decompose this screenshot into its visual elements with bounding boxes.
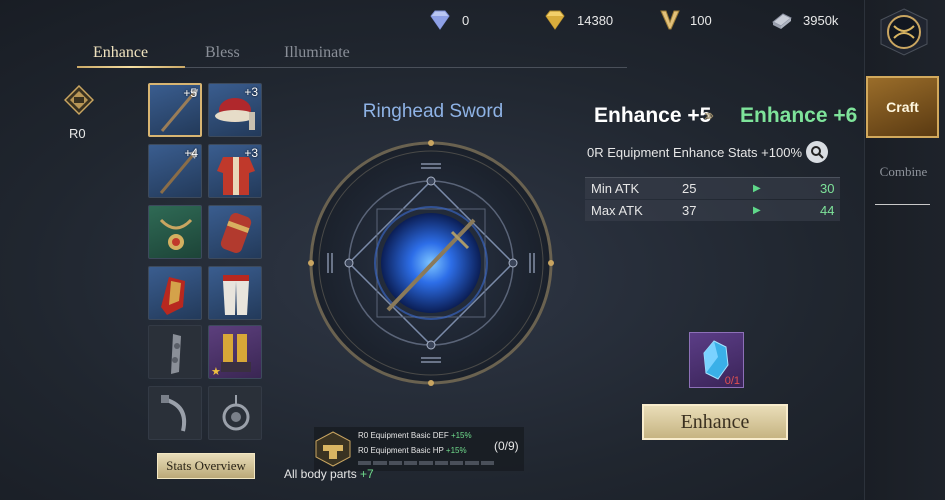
tab-enhance[interactable]: Enhance (93, 44, 148, 62)
valor-icon (660, 10, 680, 30)
rank-emblem-icon[interactable] (64, 85, 94, 125)
item-slot-robe[interactable]: +3 (208, 144, 262, 198)
stat-next: 30 (820, 181, 835, 196)
bonus-hp-line: R0 Equipment Basic HP +15% (358, 446, 467, 455)
sidebar-divider (875, 204, 930, 205)
item-slot-bracer[interactable] (208, 205, 262, 259)
enhance-description: 0R Equipment Enhance Stats +100% (587, 145, 803, 160)
dagger-icon (161, 395, 186, 432)
enhance-circle (308, 140, 554, 386)
arrow-right-icon: ▶ (753, 183, 761, 194)
bonus-def-text: R0 Equipment Basic DEF (358, 431, 449, 440)
diamond-amount: 0 (462, 12, 470, 28)
currency-diamond: 0 (428, 9, 469, 31)
bonus-progress-count: (0/9) (494, 439, 519, 453)
all-body-parts-value: +7 (360, 467, 374, 481)
tab-illuminate[interactable]: Illuminate (284, 44, 350, 62)
item-level: +4 (184, 146, 198, 160)
all-body-parts: All body parts +7 (284, 467, 374, 481)
star-icon: ★ (211, 366, 221, 378)
enhance-current-level: Enhance +5 (594, 104, 712, 127)
material-count: 0/1 (724, 375, 740, 387)
menu-compass-icon[interactable] (878, 8, 930, 56)
silver-amount: 3950k (803, 12, 839, 28)
tab-active-indicator (77, 66, 185, 68)
stat-row-max-atk: Max ATK 37 ▶ 44 (585, 200, 840, 221)
currency-gold: 14380 (543, 9, 613, 31)
item-level: +3 (244, 85, 258, 99)
stat-label: Min ATK (591, 181, 640, 196)
item-slot-hat[interactable]: +3 (208, 83, 262, 137)
pants-icon (223, 275, 249, 315)
bonus-def-value: +15% (450, 431, 472, 440)
medallion-icon (222, 395, 250, 431)
valor-amount: 100 (690, 12, 712, 28)
stat-current: 25 (682, 181, 697, 196)
bonus-hp-text: R0 Equipment Basic HP (358, 446, 444, 455)
enhance-button[interactable]: Enhance (642, 404, 788, 440)
enhance-material-slot[interactable]: 0/1 (689, 332, 744, 388)
arrow-right-icon: ▶ (753, 205, 761, 216)
item-slot-gauntlet[interactable] (148, 266, 202, 320)
sidebar-craft[interactable]: Craft (866, 76, 939, 138)
chevrons-right-icon: ››› (704, 107, 714, 124)
item-slot-medallion[interactable] (208, 386, 262, 440)
item-slot-spear[interactable]: +4 (148, 144, 202, 198)
sidebar-combine[interactable]: Combine (866, 164, 941, 180)
search-icon (811, 146, 824, 159)
stat-label: Max ATK (591, 203, 643, 218)
item-slot-boots[interactable]: ★ (208, 325, 262, 379)
diamond-icon (430, 10, 450, 30)
silver-bar-icon (772, 13, 792, 29)
item-slot-spear-selected[interactable]: +5 (148, 83, 202, 137)
body-parts-bonus[interactable]: R0 Equipment Basic DEF +15% R0 Equipment… (314, 427, 524, 471)
ornament-icon (171, 334, 181, 374)
bonus-progress-bar (358, 461, 494, 465)
detail-search-button[interactable] (806, 141, 828, 163)
currency-valor: 100 (660, 9, 712, 31)
gold-amount: 14380 (577, 12, 614, 28)
gold-gem-icon (545, 10, 565, 30)
item-name: Ringhead Sword (362, 101, 504, 122)
enhance-next-level: Enhance +6 (740, 104, 858, 127)
stat-current: 37 (682, 203, 697, 218)
item-level: +3 (244, 146, 258, 160)
right-sidebar (864, 0, 945, 500)
stat-next: 44 (820, 203, 835, 218)
rank-label: R0 (69, 126, 86, 141)
stat-row-min-atk: Min ATK 25 ▶ 30 (585, 178, 840, 199)
item-slot-pants[interactable] (208, 266, 262, 320)
stats-overview-button[interactable]: Stats Overview (157, 453, 255, 479)
item-slot-ornament[interactable] (148, 325, 202, 379)
anvil-icon (315, 431, 351, 467)
amulet-icon (159, 218, 193, 250)
all-body-parts-label: All body parts (284, 467, 357, 481)
tab-bless[interactable]: Bless (205, 44, 240, 62)
item-slot-amulet[interactable] (148, 205, 202, 259)
gauntlet-icon (161, 277, 185, 315)
bracer-icon (220, 213, 252, 253)
item-slot-dagger[interactable] (148, 386, 202, 440)
bonus-hp-value: +15% (445, 446, 467, 455)
bonus-def-line: R0 Equipment Basic DEF +15% (358, 431, 472, 440)
item-level: +5 (183, 86, 197, 100)
currency-silver: 3950k (771, 9, 838, 31)
